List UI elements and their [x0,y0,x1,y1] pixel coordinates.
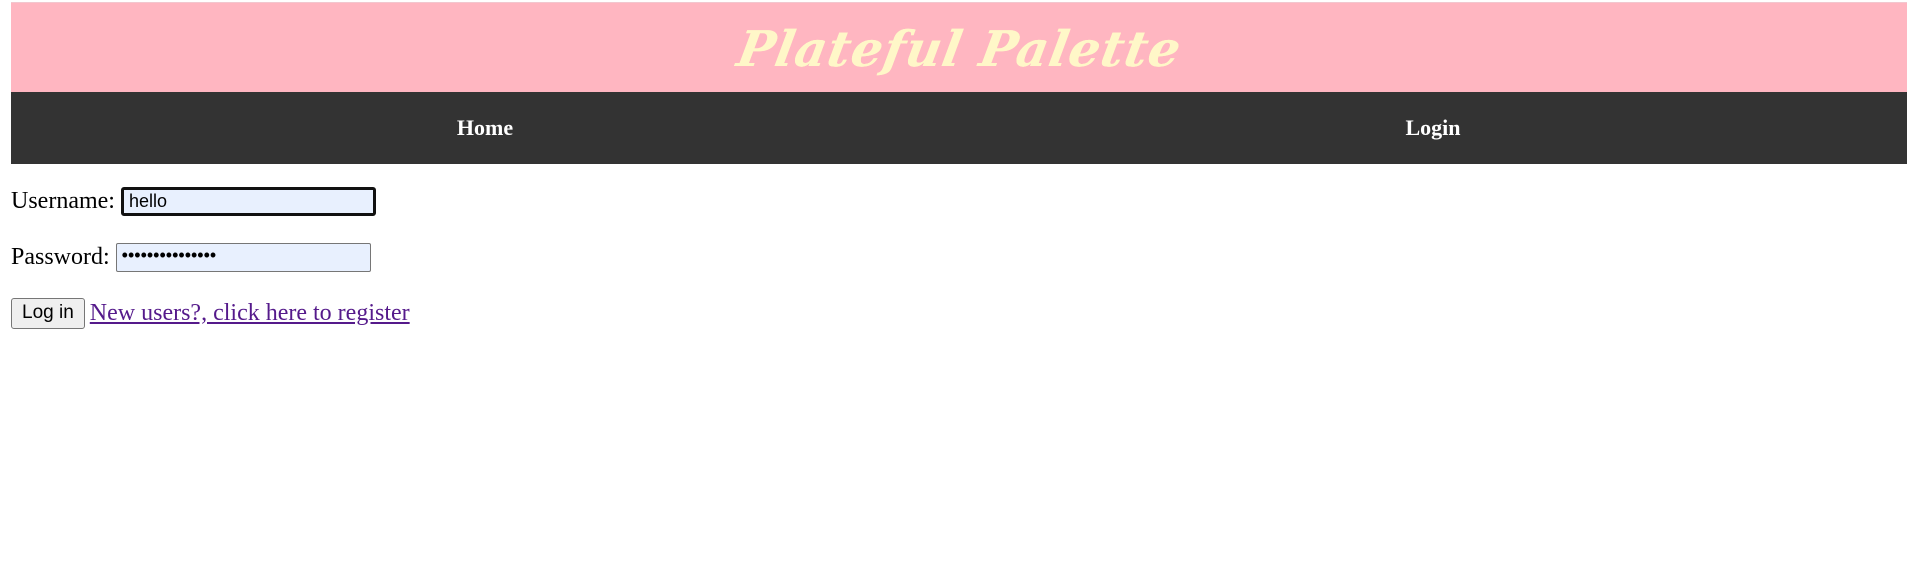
username-input[interactable]: hello [120,186,376,216]
form-actions: Log in New users?, click here to registe… [11,296,410,330]
nav-home-link[interactable]: Home [11,92,959,164]
page: Plateful Palette Home Login Username: he… [0,0,1918,586]
password-input[interactable]: ••••••••••••••• [115,242,371,272]
register-link[interactable]: New users?, click here to register [90,300,410,327]
password-label: Password: [11,243,110,270]
main-navigation: Home Login [11,92,1907,164]
password-row: Password: ••••••••••••••• [11,240,410,274]
login-form: Username: hello Password: ••••••••••••••… [11,184,410,330]
username-row: Username: hello [11,184,410,218]
username-label: Username: [11,187,115,214]
site-header: Plateful Palette [11,2,1907,92]
site-title: Plateful Palette [732,19,1186,78]
nav-login-link[interactable]: Login [959,92,1907,164]
login-button[interactable]: Log in [11,297,85,329]
